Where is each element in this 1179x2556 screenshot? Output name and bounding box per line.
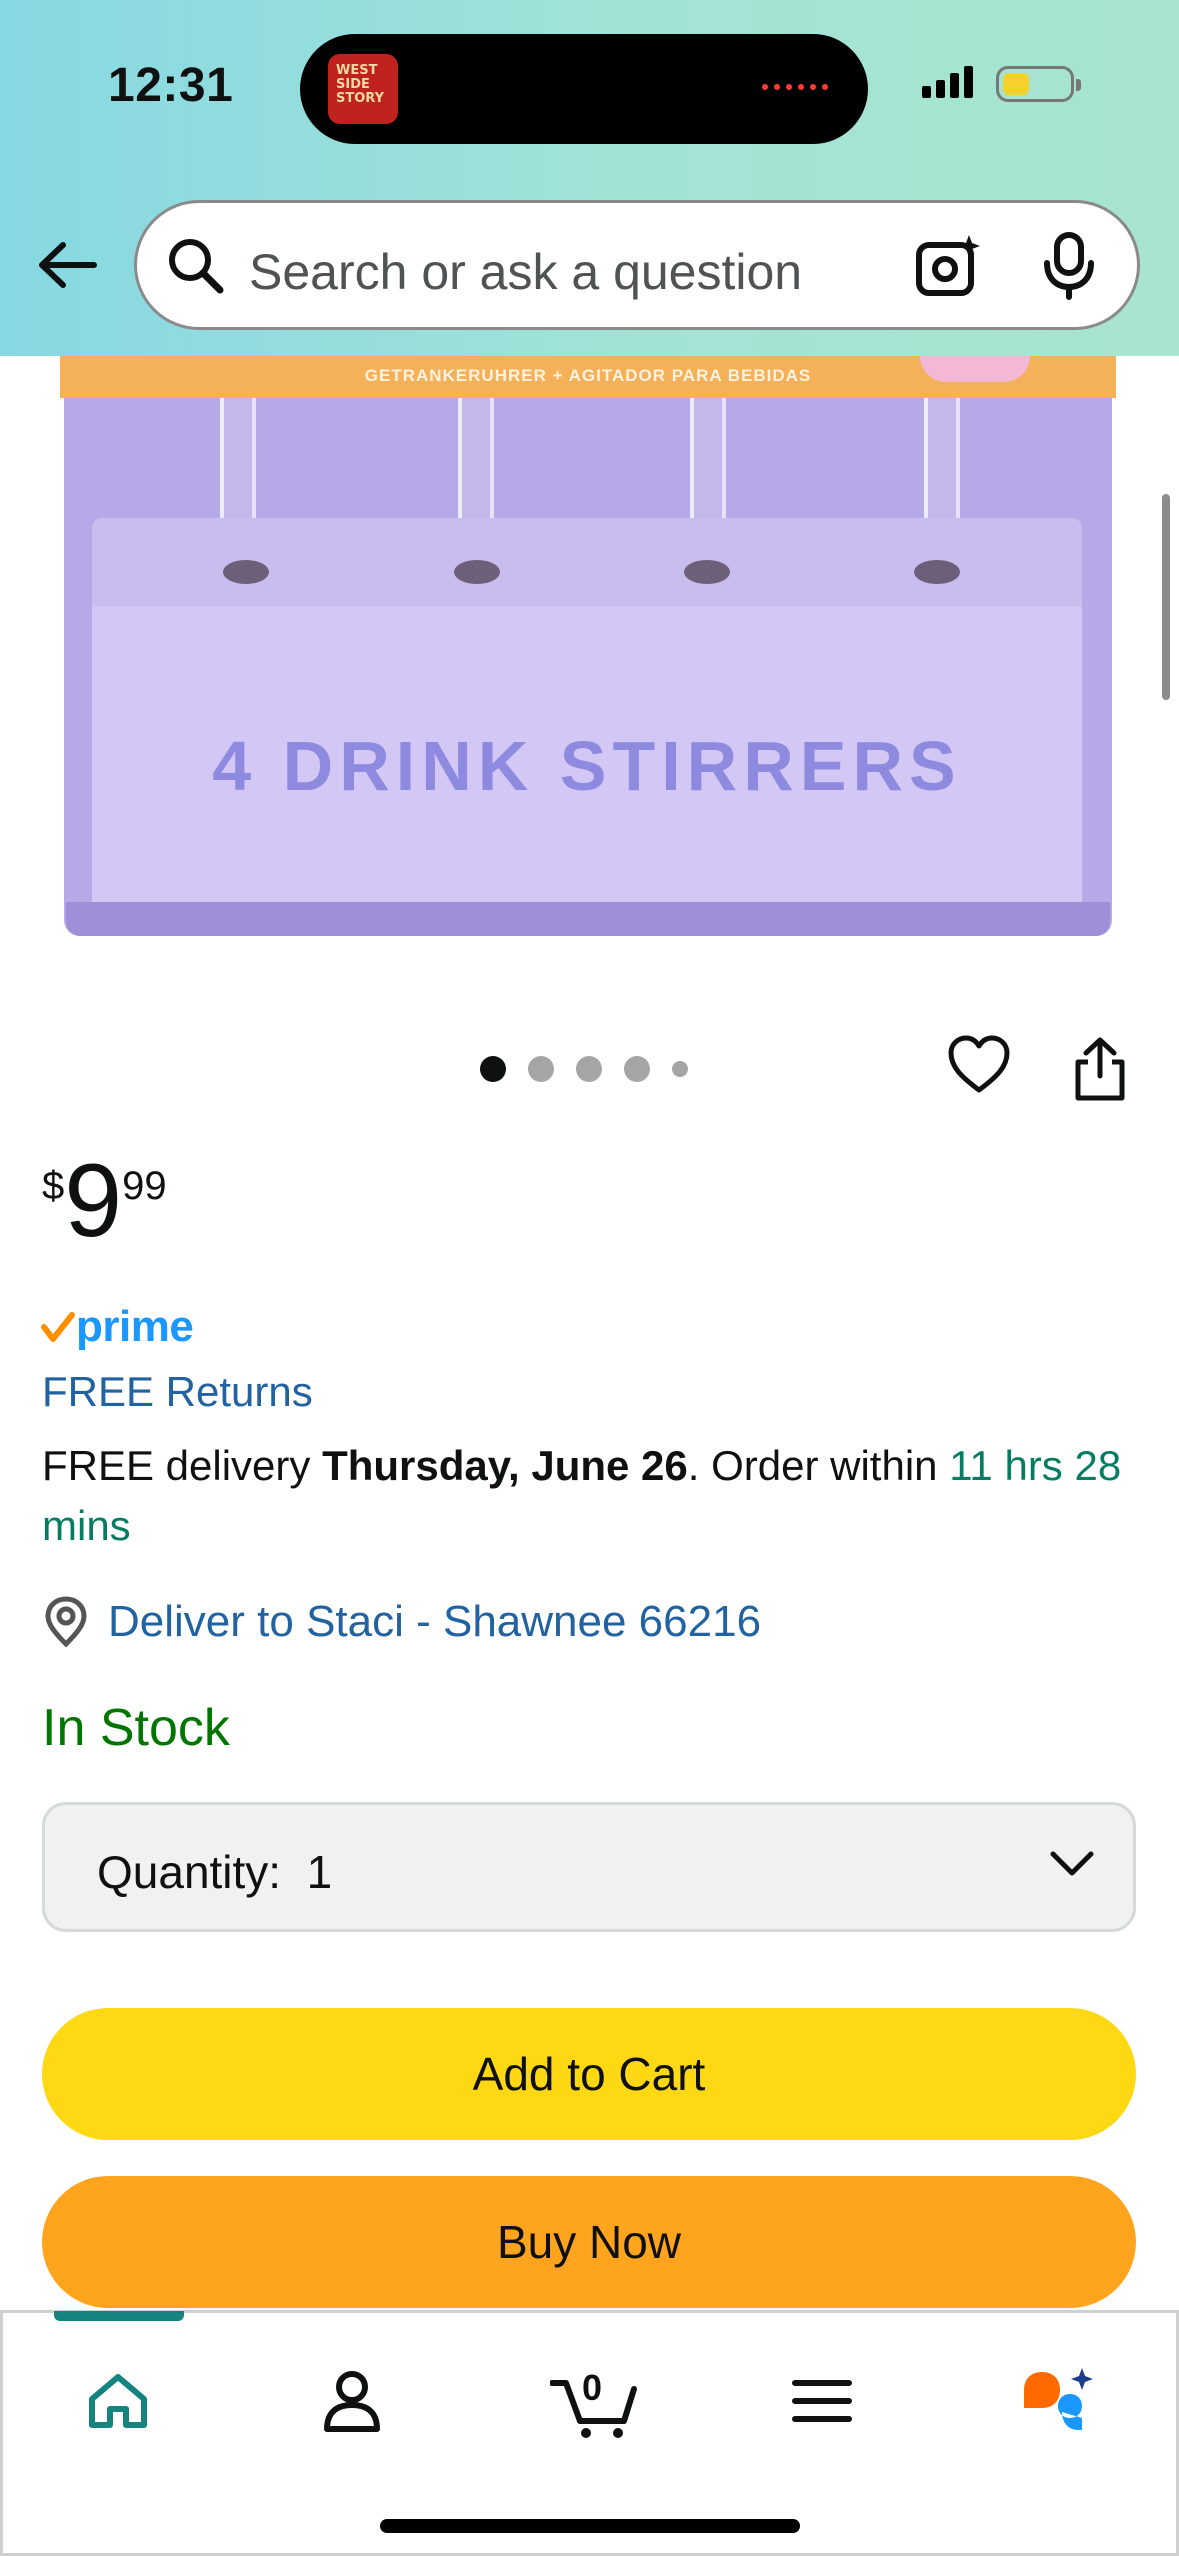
bottom-nav: 0	[0, 2310, 1179, 2556]
location-pin-icon	[45, 1596, 87, 1648]
price: $ 9 99	[42, 1146, 167, 1256]
nav-account[interactable]	[304, 2353, 400, 2449]
price-symbol: $	[42, 1164, 65, 1208]
back-arrow-icon[interactable]	[34, 232, 100, 298]
delivery-date: Thursday, June 26	[322, 1442, 688, 1489]
search-input[interactable]: Search or ask a question	[249, 243, 802, 301]
audio-waveform-icon	[762, 84, 828, 90]
carousel-dot[interactable]	[480, 1056, 506, 1082]
prime-check-icon	[41, 1312, 75, 1342]
page-scrollbar[interactable]	[1162, 494, 1170, 700]
nav-menu[interactable]	[774, 2353, 870, 2449]
quantity-value: 1	[306, 1846, 333, 1898]
prime-badge[interactable]: prime	[40, 1302, 194, 1352]
carousel-dot[interactable]	[624, 1056, 650, 1082]
price-fraction: 99	[122, 1164, 167, 1208]
stirrer-hole	[223, 560, 269, 584]
box-title: 4 DRINK STIRRERS	[212, 727, 962, 805]
free-returns-link[interactable]: FREE Returns	[42, 1368, 313, 1416]
nav-rufus[interactable]	[1010, 2353, 1106, 2449]
camera-lens-icon[interactable]	[913, 231, 983, 306]
home-icon	[89, 2374, 147, 2428]
nav-cart[interactable]: 0	[540, 2353, 650, 2449]
microphone-icon[interactable]	[1039, 231, 1099, 306]
carousel-dot[interactable]	[672, 1061, 688, 1077]
home-indicator[interactable]	[380, 2519, 800, 2533]
active-tab-indicator	[54, 2311, 184, 2321]
image-carousel-dots[interactable]	[480, 1056, 688, 1082]
person-icon	[324, 2371, 380, 2432]
price-whole: 9	[64, 1143, 123, 1259]
heart-icon[interactable]	[946, 1034, 1012, 1101]
add-to-cart-button[interactable]: Add to Cart	[42, 2008, 1136, 2140]
deliver-to-text: Deliver to Staci - Shawnee 66216	[108, 1597, 762, 1646]
stirrer-hole	[454, 560, 500, 584]
cart-count: 0	[582, 2367, 603, 2408]
prime-label: prime	[76, 1302, 194, 1351]
menu-icon	[792, 2380, 852, 2422]
cellular-signal-icon	[922, 66, 973, 98]
quantity-label: Quantity: 1	[97, 1846, 333, 1898]
battery-icon	[996, 66, 1081, 102]
now-playing-artwork: WEST SIDE STORY	[328, 54, 398, 124]
carousel-dot[interactable]	[528, 1056, 554, 1082]
top-header: 12:31 WEST SIDE STORY Search or ask a ques…	[0, 0, 1179, 356]
box-decoration	[920, 356, 1030, 382]
deliver-to-link[interactable]: Deliver to Staci - Shawnee 66216	[42, 1596, 761, 1648]
carousel-dot[interactable]	[576, 1056, 602, 1082]
delivery-message: FREE delivery Thursday, June 26. Order w…	[42, 1436, 1152, 1556]
quantity-select[interactable]: Quantity: 1	[42, 1802, 1136, 1932]
buy-now-button[interactable]: Buy Now	[42, 2176, 1136, 2308]
chevron-down-icon	[1049, 1849, 1095, 1884]
product-image[interactable]: GETRANKERUHRER + AGITADOR PARA BEBIDAS 4…	[0, 356, 1179, 1016]
delivery-prefix: FREE delivery	[42, 1442, 323, 1489]
stirrer-hole	[914, 560, 960, 584]
nav-home[interactable]	[70, 2353, 166, 2449]
search-icon	[165, 235, 227, 302]
search-bar[interactable]: Search or ask a question	[134, 200, 1140, 330]
rufus-assistant-icon	[1024, 2368, 1093, 2430]
share-icon[interactable]	[1072, 1036, 1128, 1107]
box-base	[66, 902, 1110, 936]
dynamic-island[interactable]: WEST SIDE STORY	[300, 34, 868, 144]
stirrer-hole	[684, 560, 730, 584]
status-time: 12:31	[108, 59, 234, 112]
delivery-middle: . Order within	[687, 1442, 950, 1489]
stock-status: In Stock	[42, 1699, 230, 1757]
